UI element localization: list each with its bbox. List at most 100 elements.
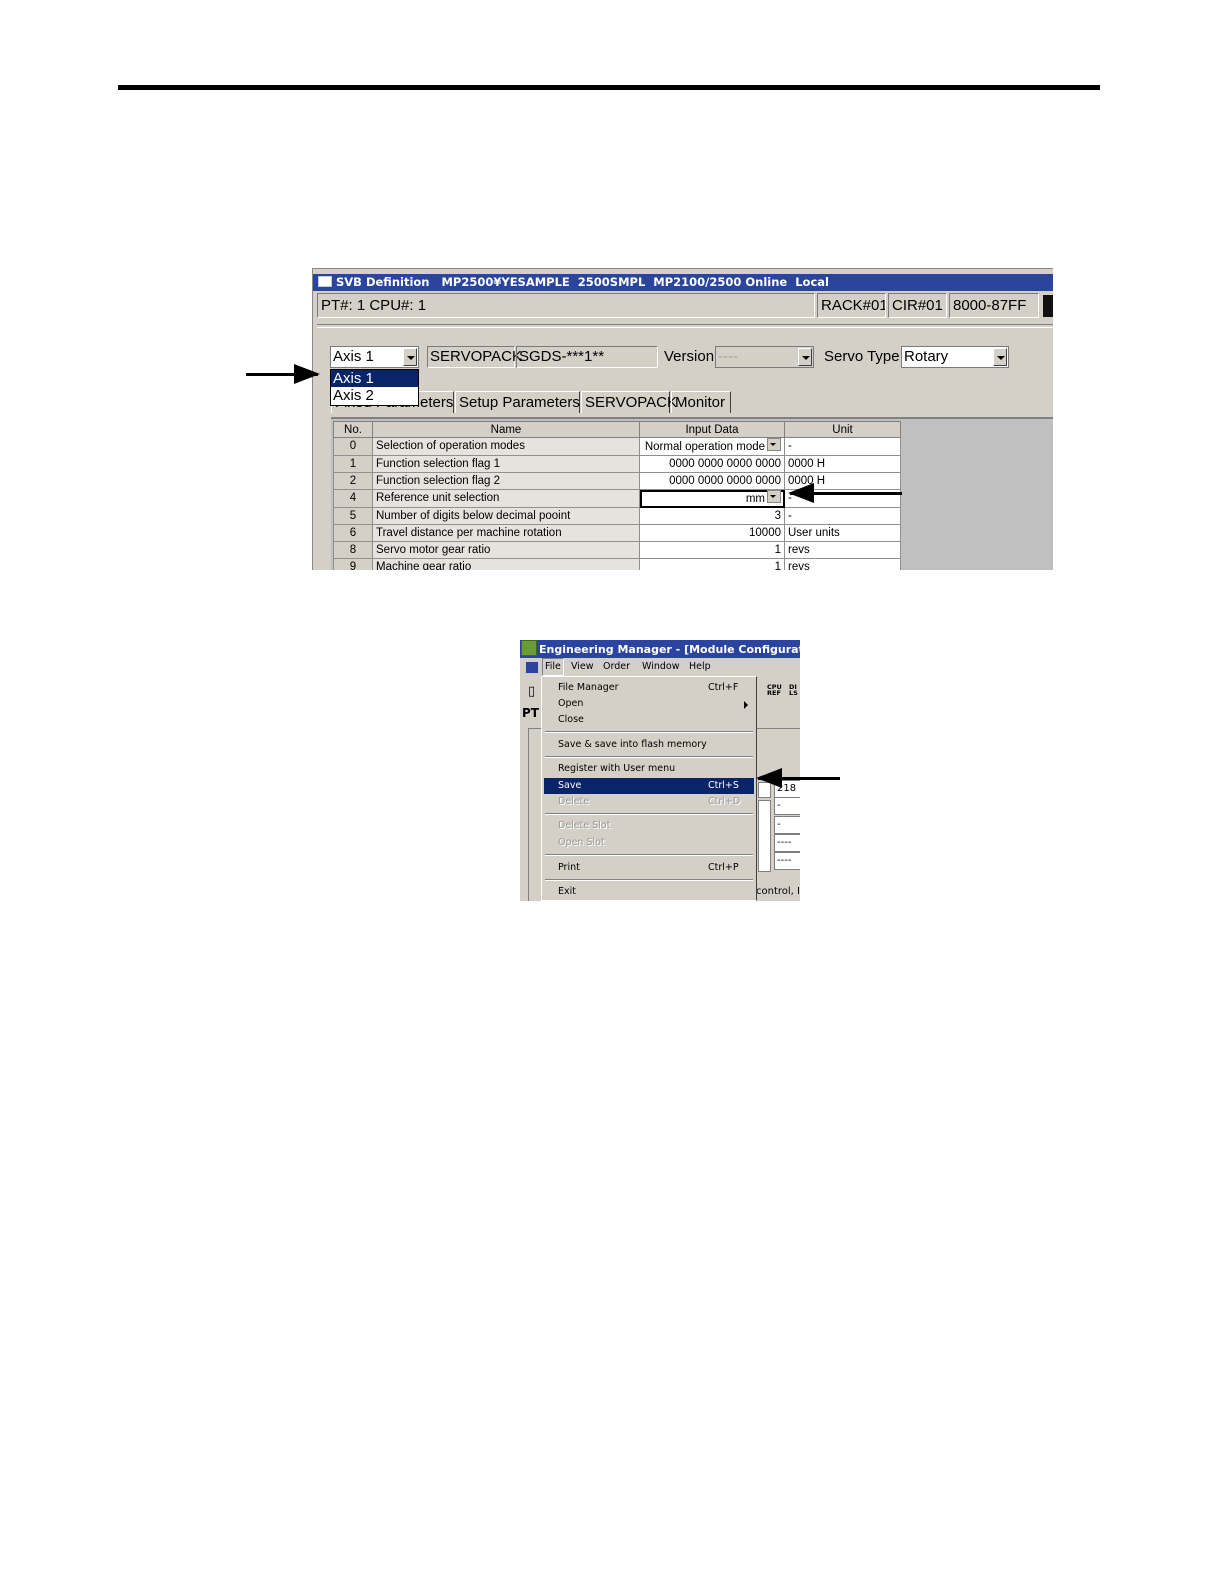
menu-separator — [545, 756, 753, 758]
new-document-icon[interactable]: ▯ — [528, 684, 535, 699]
column-header-no: No. — [333, 421, 373, 438]
eng-title-bar: Engineering Manager - [Module Configurat… — [520, 640, 800, 658]
row-input-data[interactable]: 1 — [639, 541, 785, 559]
tab-servopack[interactable]: SERVOPACK — [581, 391, 677, 413]
table-row[interactable]: 2 Function selection flag 2 0000 0000 00… — [333, 472, 901, 490]
row-no: 9 — [333, 558, 373, 570]
svb-info-bar: PT#: 1 CPU#: 1 RACK#01 CIR#01 8000-87FF — [315, 293, 1053, 320]
menu-item-label: Save — [558, 780, 582, 791]
menu-separator — [545, 813, 753, 815]
axis-option-1[interactable]: Axis 1 — [331, 370, 418, 387]
tab-setup-parameters[interactable]: Setup Parameters — [455, 391, 580, 413]
pt-cpu-field: PT#: 1 CPU#: 1 — [317, 293, 815, 318]
row-unit: - — [784, 437, 901, 456]
row-no: 2 — [333, 472, 373, 490]
menu-item-file-manager[interactable]: File Manager Ctrl+F — [544, 680, 754, 696]
menu-item-print[interactable]: Print Ctrl+P — [544, 860, 754, 876]
row-value-text: Normal operation mode — [644, 441, 765, 453]
menu-item-save[interactable]: Save Ctrl+S — [544, 778, 754, 794]
document-icon[interactable] — [525, 661, 539, 674]
separator — [317, 324, 1053, 328]
row-name: Travel distance per machine rotation — [372, 524, 640, 542]
table-row[interactable]: 8 Servo motor gear ratio 1 revs — [333, 541, 901, 559]
servo-type-label: Servo Type — [824, 348, 900, 365]
cpu-ref-icon[interactable]: CPU REF — [767, 684, 785, 697]
pointer-arrow-left — [788, 483, 902, 503]
row-input-data[interactable]: 0000 0000 0000 0000 — [639, 472, 785, 490]
servo-type-select[interactable]: Rotary — [901, 346, 1009, 368]
tab-servopack-label: SERVOPACK — [585, 394, 677, 411]
grid-cell: - — [774, 797, 800, 815]
servopack-model-field: SGDS-***1** — [516, 346, 658, 368]
table-row[interactable]: 1 Function selection flag 1 0000 0000 00… — [333, 455, 901, 473]
status-fragment: control, I/ — [756, 886, 800, 897]
table-row[interactable]: 9 Machine gear ratio 1 revs — [333, 558, 901, 570]
menu-help[interactable]: Help — [689, 658, 711, 676]
svb-title-bar: SVB Definition MP2500¥YESAMPLE 2500SMPL … — [313, 274, 1053, 291]
menu-view[interactable]: View — [571, 658, 594, 676]
row-no: 6 — [333, 524, 373, 542]
menu-bar: File View Order Window Help — [520, 658, 800, 676]
menu-item-open[interactable]: Open — [544, 696, 754, 712]
address-field: 8000-87FF — [949, 293, 1039, 318]
menu-item-shortcut: Ctrl+P — [708, 862, 739, 873]
di-ls-icon[interactable]: DI LS — [789, 684, 799, 697]
tab-monitor[interactable]: Monitor — [671, 391, 731, 413]
servopack-label: SERVOPACK — [427, 346, 522, 368]
chevron-down-icon[interactable] — [403, 348, 417, 366]
axis-select-value: Axis 1 — [333, 348, 374, 365]
table-row[interactable]: 6 Travel distance per machine rotation 1… — [333, 524, 901, 542]
row-input-data[interactable]: Normal operation mode — [639, 437, 785, 456]
menu-item-label: Delete — [558, 796, 590, 807]
toolbar-button-edge[interactable] — [1043, 295, 1053, 317]
row-input-data[interactable]: 3 — [639, 507, 785, 525]
row-no: 1 — [333, 455, 373, 473]
table-row[interactable]: 5 Number of digits below decimal pooint … — [333, 507, 901, 525]
menu-item-register-user-menu[interactable]: Register with User menu — [544, 761, 754, 777]
menu-separator — [545, 854, 753, 856]
menu-window[interactable]: Window — [642, 658, 679, 676]
menu-item-shortcut: Ctrl+F — [708, 682, 739, 693]
menu-item-close[interactable]: Close — [544, 712, 754, 728]
menu-separator — [545, 731, 753, 733]
column-header-unit: Unit — [784, 421, 901, 438]
column-header-input-data: Input Data — [639, 421, 785, 438]
row-name: Selection of operation modes — [372, 437, 640, 456]
eng-title-text: Engineering Manager - [Module Configurat… — [539, 643, 800, 656]
menu-order[interactable]: Order — [603, 658, 630, 676]
row-input-data[interactable]: 0000 0000 0000 0000 — [639, 455, 785, 473]
axis-dropdown-list: Axis 1 Axis 2 — [330, 369, 419, 406]
row-no: 8 — [333, 541, 373, 559]
menu-item-label: Register with User menu — [558, 763, 676, 774]
file-menu: File Manager Ctrl+F Open Close Save & sav… — [541, 676, 757, 901]
table-row[interactable]: 0 Selection of operation modes Normal op… — [333, 437, 901, 456]
menu-file[interactable]: File — [542, 658, 564, 676]
parameter-grid-area: No. Name Input Data Unit 0 Selection of … — [331, 417, 1053, 570]
cir-field: CIR#01 — [888, 293, 947, 318]
chevron-down-icon[interactable] — [767, 438, 781, 451]
scrollbar[interactable] — [758, 800, 771, 872]
row-no: 4 — [333, 489, 373, 508]
chevron-down-icon[interactable] — [767, 490, 781, 503]
row-input-data[interactable]: 10000 — [639, 524, 785, 542]
axis-select[interactable]: Axis 1 — [330, 346, 419, 368]
menu-item-label: Open Slot — [558, 837, 605, 848]
svb-title-text: SVB Definition MP2500¥YESAMPLE 2500SMPL … — [336, 275, 829, 289]
axis-option-2[interactable]: Axis 2 — [331, 387, 418, 404]
row-unit: User units — [784, 524, 901, 542]
pointer-arrow-right — [246, 364, 320, 384]
menu-item-exit[interactable]: Exit — [544, 884, 754, 900]
rack-field: RACK#01 — [817, 293, 886, 318]
grid-cell: - — [774, 816, 800, 834]
servo-type-value: Rotary — [904, 348, 949, 365]
row-input-data[interactable]: 1 — [639, 558, 785, 570]
row-no: 0 — [333, 437, 373, 456]
chevron-down-icon[interactable] — [993, 348, 1007, 366]
menu-item-shortcut: Ctrl+D — [708, 796, 741, 807]
menu-item-save-flash[interactable]: Save & save into flash memory — [544, 737, 754, 753]
app-icon — [521, 640, 537, 656]
tab-setup-parameters-label: Setup Parameters — [459, 394, 580, 411]
reference-unit-select[interactable]: mm — [639, 489, 785, 508]
parameter-table: No. Name Input Data Unit 0 Selection of … — [333, 421, 901, 570]
pointer-arrow-left — [756, 768, 840, 788]
